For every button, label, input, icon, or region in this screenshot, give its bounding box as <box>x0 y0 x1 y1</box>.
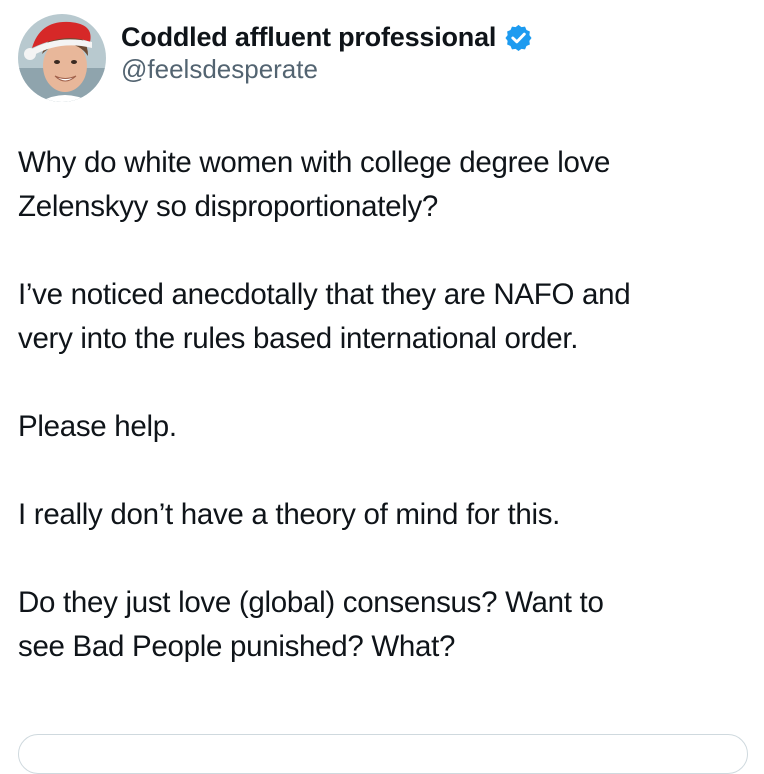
tweet: Coddled affluent professional @feelsdesp… <box>0 0 764 774</box>
verified-badge-icon <box>504 23 533 52</box>
quoted-card[interactable] <box>18 734 748 774</box>
tweet-line: I’ve noticed anecdotally that they are N… <box>18 278 631 311</box>
tweet-text: Why do white women with college degree l… <box>18 141 748 713</box>
tweet-paragraph: I’ve noticed anecdotally that they are N… <box>18 273 748 361</box>
tweet-line: Do they just love (global) consensus? Wa… <box>18 586 604 619</box>
tweet-line: very into the rules based international … <box>18 322 579 355</box>
author-name-row[interactable]: Coddled affluent professional <box>121 16 533 58</box>
tweet-line: Why do white women with college degree l… <box>18 146 611 179</box>
tweet-paragraph: Why do white women with college degree l… <box>18 141 748 229</box>
author-handle[interactable]: @feelsdesperate <box>121 54 318 85</box>
tweet-paragraph: I really don’t have a theory of mind for… <box>18 493 748 537</box>
tweet-line: Zelenskyy so disproportionately? <box>18 190 439 223</box>
tweet-line: Please help. <box>18 410 177 443</box>
author-display-name[interactable]: Coddled affluent professional <box>121 22 496 53</box>
tweet-line: I really don’t have a theory of mind for… <box>18 498 561 531</box>
tweet-paragraph: Do they just love (global) consensus? Wa… <box>18 581 748 669</box>
avatar[interactable] <box>18 14 106 102</box>
tweet-paragraph: Please help. <box>18 405 748 449</box>
tweet-line: see Bad People punished? What? <box>18 630 456 663</box>
